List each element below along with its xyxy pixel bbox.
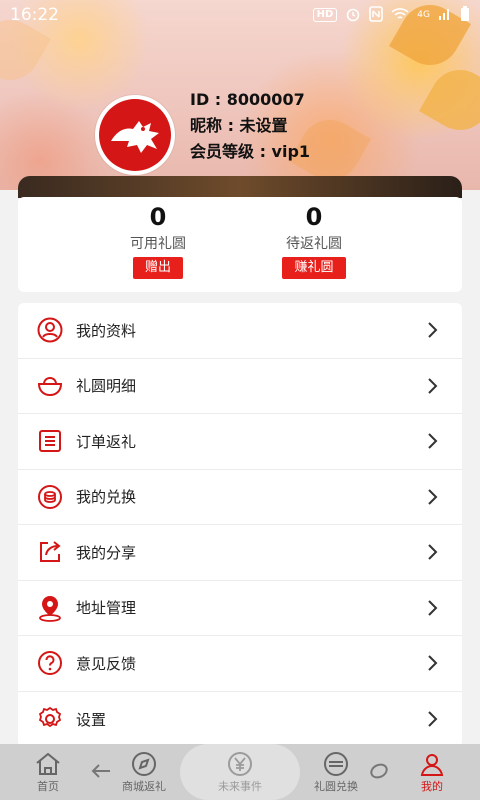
share-icon	[36, 538, 64, 566]
profile-icon	[418, 750, 446, 778]
pending-balance: 0 待返礼圆 赚礼圆	[254, 201, 374, 279]
order-list-icon	[36, 427, 64, 455]
user-id: ID : 8000007	[190, 90, 305, 109]
profile-section: ID : 8000007 昵称 : 未设置 会员等级 : vip1	[95, 90, 310, 175]
earn-button[interactable]: 赚礼圆	[282, 257, 346, 279]
signal-icon	[438, 7, 452, 24]
menu-item-settings[interactable]: 设置	[18, 692, 462, 748]
battery-icon	[460, 5, 470, 25]
nav-home[interactable]: 首页	[0, 744, 96, 800]
settings-icon	[36, 705, 64, 733]
menu-item-label: 设置	[76, 710, 107, 729]
give-out-button[interactable]: 赠出	[132, 257, 183, 279]
menu-item-points-detail[interactable]: 礼圆明细	[18, 359, 462, 414]
menu-item-label: 我的资料	[76, 321, 137, 340]
member-level: 会员等级 : vip1	[190, 142, 311, 161]
menu-list: 我的资料 礼圆明细 订单返礼 我的兑换 我的分享 地址管理 意见反馈 设置	[18, 303, 462, 747]
nav-label: 商城返礼	[122, 780, 166, 793]
available-balance: 0 可用礼圆 赠出	[98, 201, 218, 279]
menu-item-label: 意见反馈	[76, 654, 137, 673]
network-type: 4G	[417, 10, 430, 20]
recent-apps-icon[interactable]	[368, 762, 390, 780]
menu-item-my-exchange[interactable]: 我的兑换	[18, 470, 462, 525]
nav-mine[interactable]: 我的	[384, 744, 480, 800]
feedback-icon	[36, 649, 64, 677]
menu-item-label: 礼圆明细	[76, 377, 137, 396]
menu-item-order-rebate[interactable]: 订单返礼	[18, 414, 462, 470]
nav-label: 礼圆兑换	[314, 780, 358, 793]
user-icon	[36, 316, 64, 344]
status-bar: 16:22 HD 4G	[0, 0, 480, 30]
exchange-icon	[36, 483, 64, 511]
exchange-circle-icon	[322, 750, 350, 778]
status-time: 16:22	[10, 5, 59, 25]
menu-item-address[interactable]: 地址管理	[18, 581, 462, 636]
menu-item-label: 订单返礼	[76, 432, 137, 451]
dragon-logo-icon	[111, 121, 159, 153]
pending-label: 待返礼圆	[286, 236, 342, 252]
menu-item-my-share[interactable]: 我的分享	[18, 525, 462, 581]
menu-item-profile[interactable]: 我的资料	[18, 303, 462, 359]
chevron-right-icon	[428, 711, 438, 727]
menu-item-label: 我的兑换	[76, 488, 137, 507]
nav-label: 首页	[37, 780, 59, 793]
back-arrow-icon[interactable]	[90, 762, 112, 780]
chevron-right-icon	[428, 600, 438, 616]
home-icon	[34, 750, 62, 778]
chevron-right-icon	[428, 378, 438, 394]
menu-item-label: 我的分享	[76, 543, 137, 562]
chevron-right-icon	[428, 433, 438, 449]
menu-item-label: 地址管理	[76, 599, 137, 618]
chevron-right-icon	[428, 489, 438, 505]
balance-card: 0 可用礼圆 赠出 0 待返礼圆 赚礼圆	[18, 197, 462, 292]
menu-item-feedback[interactable]: 意见反馈	[18, 636, 462, 692]
alarm-icon	[345, 6, 361, 25]
location-icon	[36, 594, 64, 622]
ingot-icon	[36, 372, 64, 400]
chevron-right-icon	[428, 655, 438, 671]
nav-label: 我的	[421, 780, 443, 793]
available-value: 0	[149, 203, 167, 231]
compass-icon	[130, 750, 158, 778]
chevron-right-icon	[428, 544, 438, 560]
gesture-home-pill[interactable]	[180, 744, 300, 800]
hd-icon: HD	[312, 8, 338, 22]
nfc-icon	[369, 5, 384, 25]
chevron-right-icon	[428, 322, 438, 338]
pending-value: 0	[305, 203, 323, 231]
user-nickname: 昵称 : 未设置	[190, 116, 288, 135]
avatar[interactable]	[95, 95, 175, 175]
wifi-icon	[391, 7, 409, 24]
card-top-strip	[18, 176, 462, 198]
available-label: 可用礼圆	[130, 236, 186, 252]
